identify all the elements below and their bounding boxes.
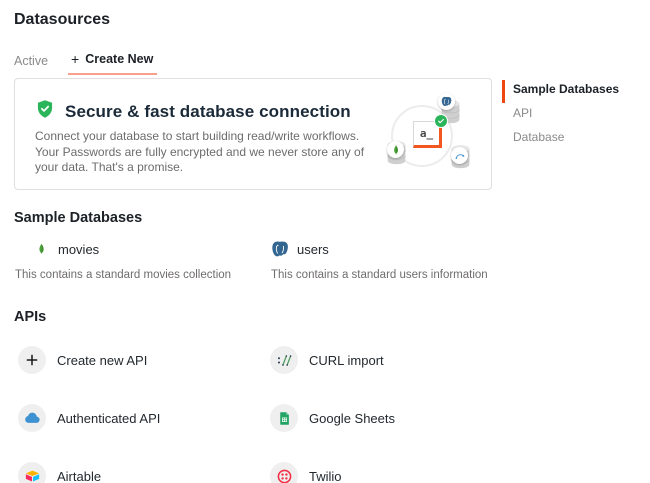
- tab-active-datasources[interactable]: Active: [14, 54, 48, 75]
- plus-icon: +: [71, 54, 79, 64]
- airtable-icon: [18, 462, 46, 483]
- plugin-create-new-api[interactable]: Create new API: [18, 346, 270, 374]
- shield-check-icon: [35, 99, 55, 124]
- sample-db-name: users: [297, 242, 329, 257]
- mongodb-icon: [387, 141, 404, 158]
- page-title: Datasources: [14, 11, 110, 29]
- plugin-airtable[interactable]: Airtable: [18, 462, 270, 483]
- plugin-curl-import[interactable]: CURL import: [270, 346, 522, 374]
- curl-icon: [270, 346, 298, 374]
- plugin-label: Airtable: [57, 469, 101, 483]
- google-sheets-icon: [270, 404, 298, 432]
- sample-db-movies[interactable]: movies This contains a standard movies c…: [15, 238, 267, 281]
- api-connector-icon: [451, 147, 468, 164]
- tab-bar: Active + Create New: [14, 52, 157, 75]
- apis-heading: APIs: [14, 309, 46, 325]
- check-badge-icon: [434, 114, 448, 128]
- twilio-icon: [270, 462, 298, 483]
- plugin-twilio[interactable]: Twilio: [270, 462, 522, 483]
- nav-item-sample-databases[interactable]: Sample Databases: [513, 83, 619, 96]
- database-connection-illustration: a_: [385, 93, 485, 177]
- sample-db-name: movies: [58, 242, 99, 257]
- plugin-authenticated-api[interactable]: Authenticated API: [18, 404, 270, 432]
- mongodb-icon: [32, 239, 50, 259]
- postgresql-icon: [271, 240, 289, 258]
- plugin-label: Google Sheets: [309, 411, 395, 426]
- banner-title: Secure & fast database connection: [65, 102, 351, 122]
- sample-db-users[interactable]: users This contains a standard users inf…: [271, 238, 523, 281]
- tab-create-new[interactable]: + Create New: [68, 52, 157, 75]
- postgresql-icon: [438, 93, 455, 110]
- nav-item-database[interactable]: Database: [513, 131, 619, 144]
- plugin-google-sheets[interactable]: Google Sheets: [270, 404, 522, 432]
- plugin-label: Create new API: [57, 353, 147, 368]
- plugin-label: Twilio: [309, 469, 342, 483]
- banner-description: Connect your database to start building …: [35, 129, 365, 176]
- api-plugin-grid: Create new API CURL import: [18, 346, 522, 483]
- plus-icon: [18, 346, 46, 374]
- plugin-label: Authenticated API: [57, 411, 160, 426]
- active-nav-indicator: [502, 80, 505, 103]
- section-nav: Sample Databases API Database: [513, 83, 619, 144]
- secure-connection-banner: Secure & fast database connection Connec…: [14, 78, 492, 190]
- nav-item-api[interactable]: API: [513, 107, 619, 120]
- tab-create-new-label: Create New: [85, 52, 153, 66]
- datasources-page: Datasources Active + Create New Secure &…: [0, 0, 650, 483]
- sample-databases-heading: Sample Databases: [14, 210, 142, 226]
- sample-db-description: This contains a standard movies collecti…: [15, 269, 267, 281]
- sample-db-description: This contains a standard users informati…: [271, 269, 523, 281]
- plugin-label: CURL import: [309, 353, 384, 368]
- cloud-icon: [18, 404, 46, 432]
